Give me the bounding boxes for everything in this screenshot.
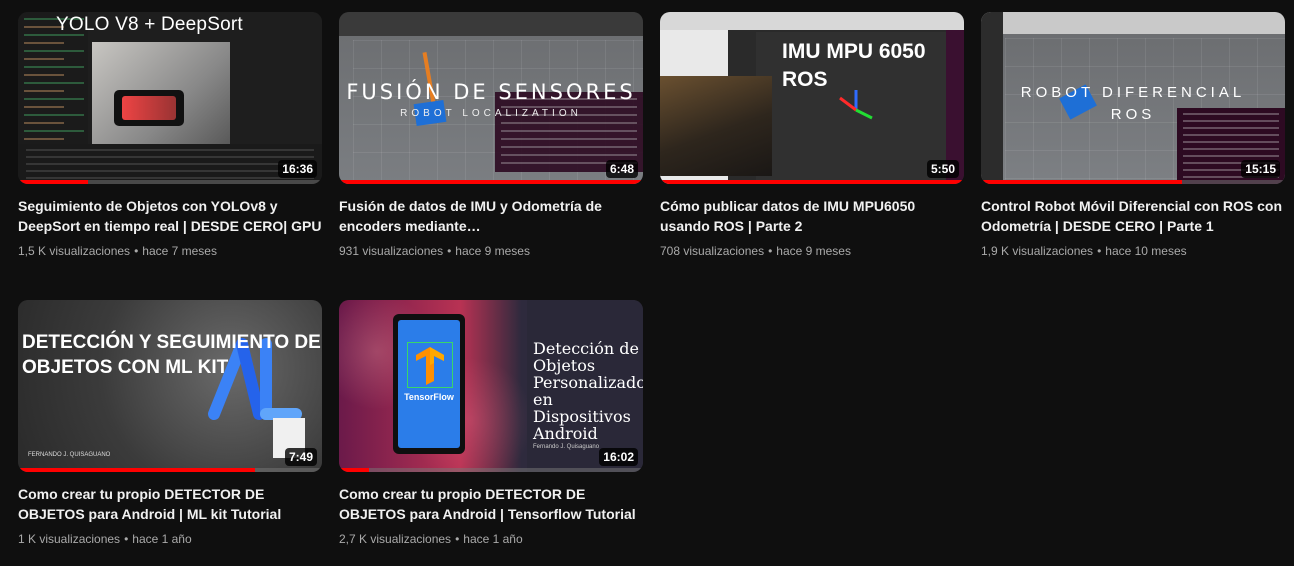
thumbnail-author: Fernando J. Quisaguano [533,444,600,450]
watch-progress-bar [660,180,964,184]
thumbnail-image: IMU MPU 6050 ROS [660,12,964,184]
tensorflow-label: TensorFlow [404,392,454,402]
duration-badge: 16:02 [599,448,638,466]
video-row: DETECCIÓN Y SEGUIMIENTO DE OBJETOS CON M… [18,300,1288,548]
video-card[interactable]: YOLO V8 + DeepSort 16:36 Seguimiento de … [18,12,322,300]
view-count: 1 K visualizaciones [18,532,121,546]
video-thumbnail[interactable]: IMU MPU 6050 ROS 5:50 [660,12,964,184]
video-thumbnail[interactable]: ROBOT DIFERENCIAL ROS 15:15 [981,12,1285,184]
upload-age: hace 7 meses [142,244,217,258]
thumbnail-image: ROBOT DIFERENCIAL ROS [981,12,1285,184]
meta-separator: • [124,532,129,546]
video-metadata: 1 K visualizaciones • hace 1 año [18,530,322,548]
thumbnail-image: DETECCIÓN Y SEGUIMIENTO DE OBJETOS CON M… [18,300,322,472]
video-title[interactable]: Como crear tu propio DETECTOR DE OBJETOS… [339,484,643,524]
thumbnail-text: FUSIÓN DE SENSORES [346,80,636,104]
thumbnail-text-line: ROBOT DIFERENCIAL [1020,84,1246,101]
upload-age: hace 10 meses [1105,244,1187,258]
video-card[interactable]: IMU MPU 6050 ROS 5:50 Cómo publicar dato… [660,12,964,300]
duration-badge: 15:15 [1241,160,1280,178]
duration-badge: 16:36 [278,160,317,178]
phone-graphic: TensorFlow [393,314,465,454]
video-title[interactable]: Como crear tu propio DETECTOR DE OBJETOS… [18,484,322,524]
view-count: 931 visualizaciones [339,244,444,258]
thumbnail-text-line: ROS [1110,106,1156,123]
thumbnail-text-line: IMU MPU 6050 [782,40,926,63]
video-metadata: 1,5 K visualizaciones • hace 7 meses [18,242,322,260]
video-card[interactable]: ROBOT DIFERENCIAL ROS 15:15 Control Robo… [981,12,1285,300]
upload-age: hace 9 meses [455,244,530,258]
thumbnail-text: IMU MPU 6050 ROS [782,38,926,94]
watch-progress-bar [981,180,1182,184]
video-thumbnail[interactable]: DETECCIÓN Y SEGUIMIENTO DE OBJETOS CON M… [18,300,322,472]
thumbnail-text: Detección de Objetos Personalizados en D… [533,339,643,443]
view-count: 2,7 K visualizaciones [339,532,452,546]
video-metadata: 2,7 K visualizaciones • hace 1 año [339,530,643,548]
upload-age: hace 1 año [132,532,192,546]
view-count: 708 visualizaciones [660,244,765,258]
watch-progress-bar [18,468,256,472]
view-count: 1,5 K visualizaciones [18,244,131,258]
video-row: YOLO V8 + DeepSort 16:36 Seguimiento de … [18,12,1288,300]
meta-separator: • [455,532,460,546]
video-card[interactable]: TensorFlow Detección de Objetos Personal… [339,300,643,548]
axes-icon [839,90,873,120]
duration-badge: 5:50 [926,160,959,178]
thumbnail-subtext: ROBOT LOCALIZATION [400,108,582,119]
view-count: 1,9 K visualizaciones [981,244,1094,258]
thumbnail-image: YOLO V8 + DeepSort [18,12,322,184]
meta-separator: • [1097,244,1102,258]
duration-badge: 6:48 [605,160,638,178]
watch-progress-bar [18,180,88,184]
video-title[interactable]: Control Robot Móvil Diferencial con ROS … [981,196,1285,236]
tensorflow-logo-icon [407,342,453,388]
video-thumbnail[interactable]: YOLO V8 + DeepSort 16:36 [18,12,322,184]
thumbnail-text: YOLO V8 + DeepSort [56,14,243,35]
video-card[interactable]: DETECCIÓN Y SEGUIMIENTO DE OBJETOS CON M… [18,300,322,548]
video-metadata: 1,9 K visualizaciones • hace 10 meses [981,242,1285,260]
watch-progress-bar [339,468,370,472]
video-title[interactable]: Cómo publicar datos de IMU MPU6050 usand… [660,196,964,236]
meta-separator: • [447,244,452,258]
watch-progress-bar [339,180,643,184]
video-card[interactable]: FUSIÓN DE SENSORES ROBOT LOCALIZATION 6:… [339,12,643,300]
video-thumbnail[interactable]: TensorFlow Detección de Objetos Personal… [339,300,643,472]
video-metadata: 931 visualizaciones • hace 9 meses [339,242,643,260]
video-metadata: 708 visualizaciones • hace 9 meses [660,242,964,260]
video-grid: YOLO V8 + DeepSort 16:36 Seguimiento de … [18,12,1288,548]
thumbnail-text: DETECCIÓN Y SEGUIMIENTO DE OBJETOS CON M… [22,332,321,378]
meta-separator: • [768,244,773,258]
thumbnail-text: ROBOT DIFERENCIAL ROS [981,82,1285,126]
duration-badge: 7:49 [284,448,317,466]
thumbnail-image: FUSIÓN DE SENSORES ROBOT LOCALIZATION [339,12,643,184]
thumbnail-image: TensorFlow Detección de Objetos Personal… [339,300,643,472]
video-title[interactable]: Seguimiento de Objetos con YOLOv8 y Deep… [18,196,322,236]
upload-age: hace 1 año [463,532,523,546]
watch-progress-track [339,468,643,472]
video-title[interactable]: Fusión de datos de IMU y Odometría de en… [339,196,643,236]
video-thumbnail[interactable]: FUSIÓN DE SENSORES ROBOT LOCALIZATION 6:… [339,12,643,184]
upload-age: hace 9 meses [776,244,851,258]
meta-separator: • [134,244,139,258]
thumbnail-author: FERNANDO J. QUISAGUANO [28,452,111,458]
